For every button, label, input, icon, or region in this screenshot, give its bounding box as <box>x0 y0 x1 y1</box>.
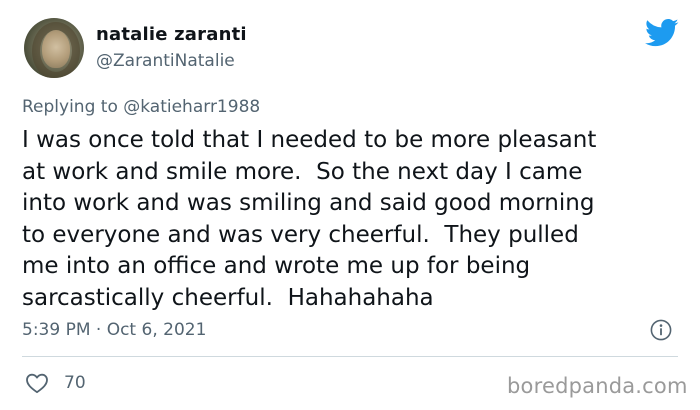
like-count: 70 <box>64 373 86 393</box>
replying-to-line: Replying to @katieharr1988 <box>22 97 260 117</box>
replying-prefix: Replying to <box>22 97 124 117</box>
tweet-text: I was once told that I needed to be more… <box>22 127 597 311</box>
info-icon[interactable] <box>650 319 672 341</box>
heart-icon[interactable] <box>25 372 49 394</box>
avatar[interactable] <box>24 18 84 78</box>
avatar-face <box>42 30 70 68</box>
watermark: boredpanda.com <box>507 374 688 398</box>
reply-mention-link[interactable]: @katieharr1988 <box>123 97 260 117</box>
divider <box>22 356 678 357</box>
user-handle[interactable]: @ZarantiNatalie <box>96 51 235 71</box>
tweet-timestamp[interactable]: 5:39 PM · Oct 6, 2021 <box>22 320 206 340</box>
display-name[interactable]: natalie zaranti <box>96 24 247 45</box>
twitter-bird-icon[interactable] <box>645 18 679 48</box>
